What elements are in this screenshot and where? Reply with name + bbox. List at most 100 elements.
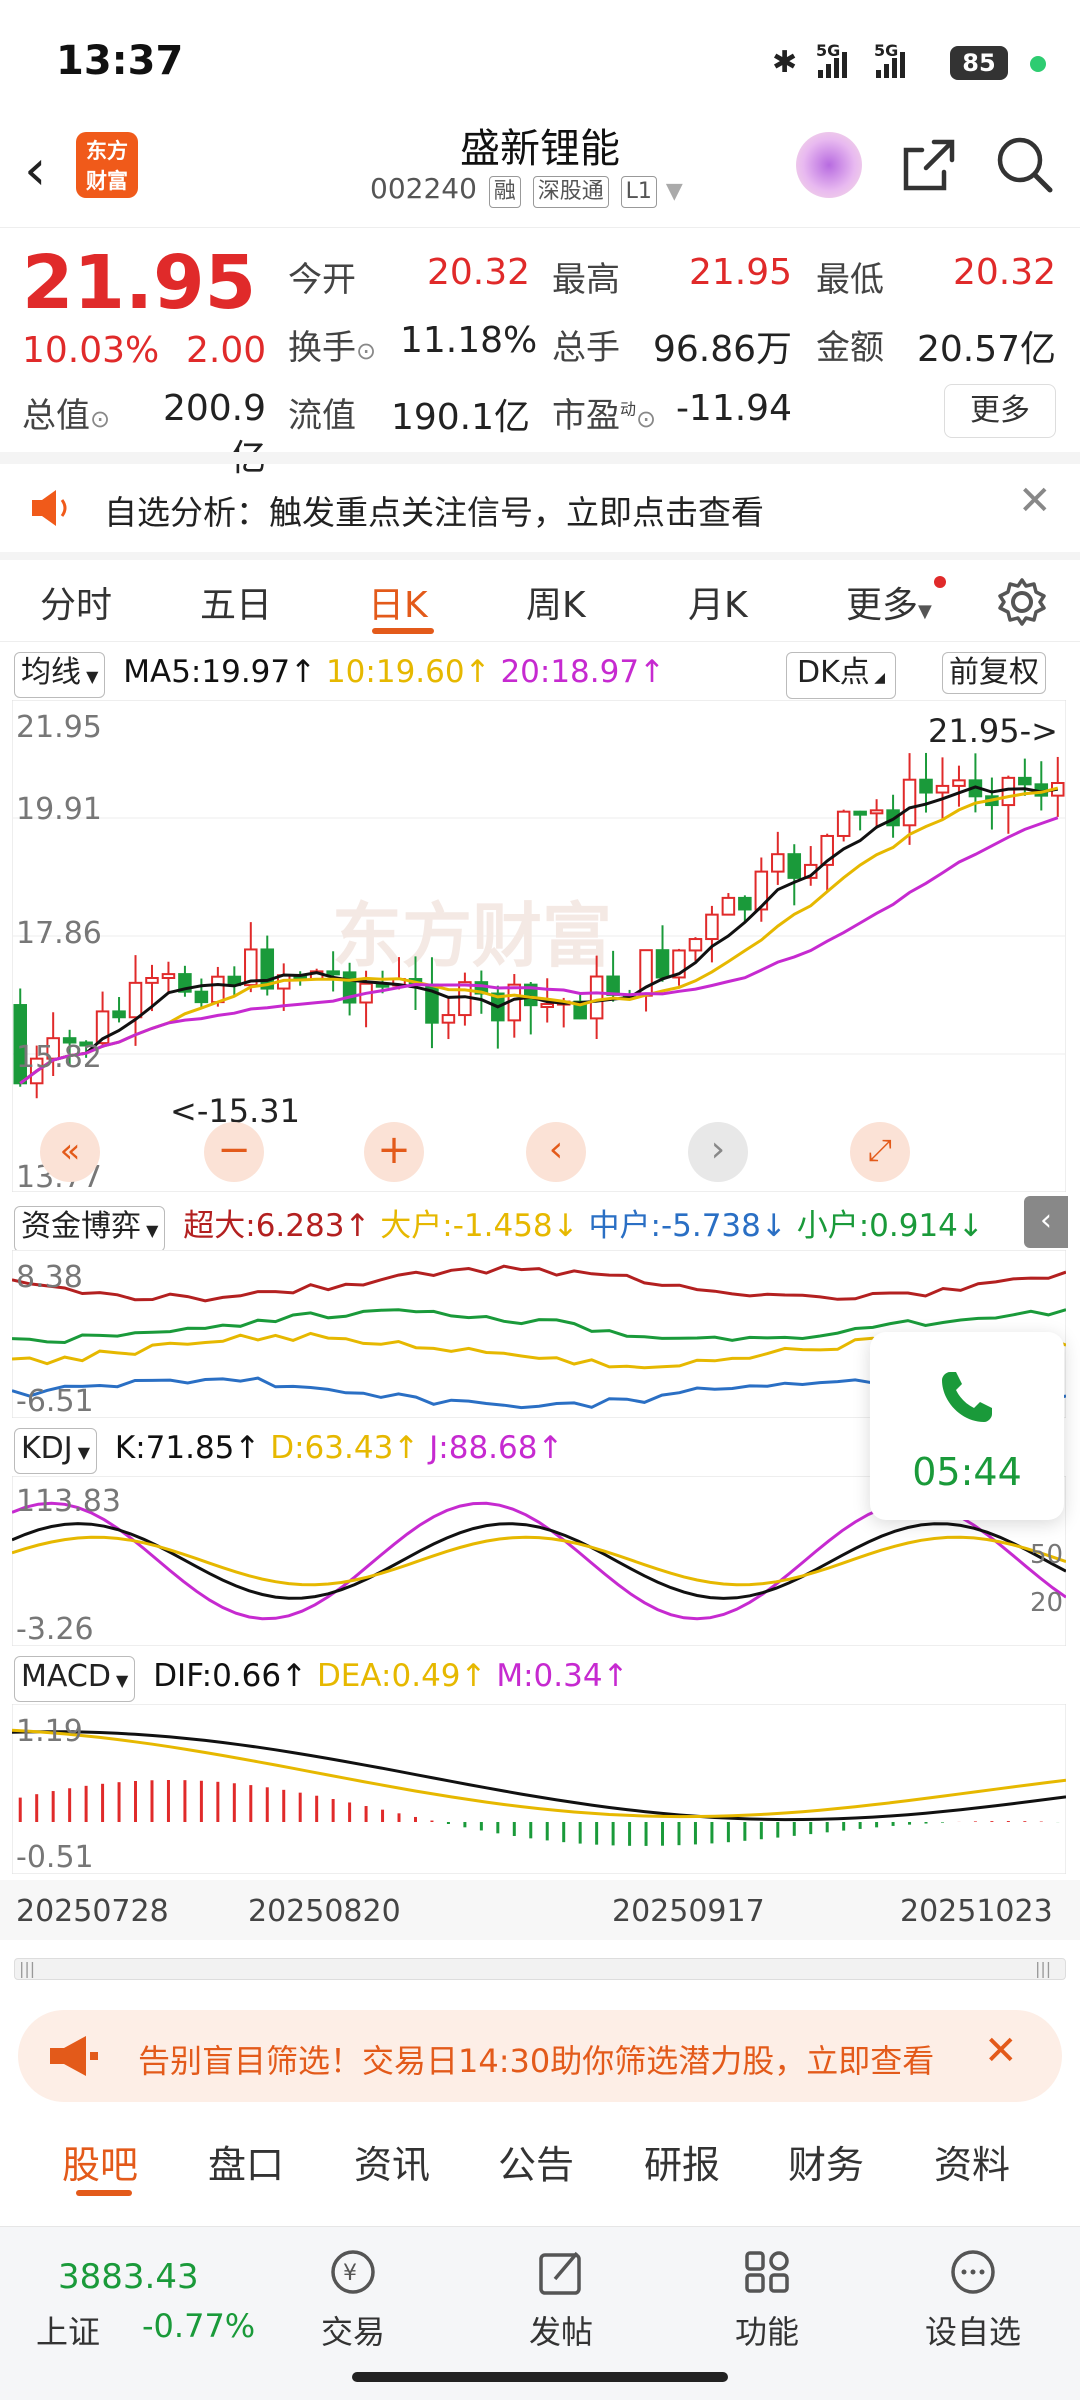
share-icon[interactable] <box>898 136 958 196</box>
tab-news[interactable]: 资讯 <box>354 2134 430 2189</box>
grid-icon <box>745 2251 789 2293</box>
range-handle-left[interactable]: ||| <box>19 1959 35 1978</box>
kdj-y-top: 113.83 <box>16 1484 121 1519</box>
candle-body <box>705 913 719 941</box>
range-scrollbar[interactable]: ||| ||| <box>14 1958 1066 1980</box>
index-value[interactable]: 3883.43 <box>58 2257 199 2297</box>
kdj-select[interactable]: KDJ ▼ <box>14 1428 98 1474</box>
ma5-value: MA5:19.97↑ <box>123 654 317 690</box>
candle-body <box>589 975 604 1020</box>
back-arrow-icon[interactable]: ‹ <box>24 138 46 203</box>
candle-body <box>853 810 867 816</box>
high-label: 最高 <box>552 260 620 300</box>
analysis-notice[interactable]: 自选分析：触发重点关注信号，立即点击查看 ✕ <box>0 458 1080 554</box>
notice-text: 自选分析：触发重点关注信号，立即点击查看 <box>104 493 764 532</box>
candle-body <box>721 896 736 916</box>
scroll-left-fast-icon[interactable]: « <box>40 1122 100 1182</box>
fund-legend-row: 资金博弈 ▼ 超大:6.283↑ 大户:-1.458↓ 中户:-5.738↓ 小… <box>14 1200 984 1252</box>
d-value: D:63.43↑ <box>270 1430 420 1466</box>
tag-margin: 融 <box>488 176 521 208</box>
ma-select[interactable]: 均线 ▼ <box>14 652 106 698</box>
kline-y-label-4: 15.82 <box>16 1040 102 1075</box>
active-section-indicator <box>76 2190 132 2196</box>
call-duration: 05:44 <box>912 1450 1022 1494</box>
macd-y-top: 1.19 <box>16 1714 83 1749</box>
candle-body <box>688 938 703 952</box>
call-widget[interactable]: 05:44 <box>870 1332 1064 1520</box>
fund-select[interactable]: 资金博弈 ▼ <box>14 1206 166 1252</box>
tab-daily-k[interactable]: 日K <box>368 576 428 628</box>
change-amount: 2.00 <box>186 330 267 371</box>
open-label: 今开 <box>288 260 356 300</box>
nav-add-watchlist[interactable]: 设自选 <box>908 2247 1038 2353</box>
amount-label: 金额 <box>816 328 884 368</box>
current-price: 21.95 <box>22 240 257 326</box>
promo-text: 告别盲目筛选！交易日14:30助你筛选潜力股，立即查看 <box>138 2042 935 2080</box>
kline-y-label-2: 19.91 <box>16 792 102 827</box>
megaphone-icon <box>50 2036 98 2076</box>
scroll-right-icon[interactable]: › <box>688 1122 748 1182</box>
candle-body <box>540 1003 554 1009</box>
nav-functions[interactable]: 功能 <box>702 2247 832 2353</box>
candle-body <box>836 810 851 837</box>
tab-finance[interactable]: 财务 <box>788 2134 864 2189</box>
stock-code-line[interactable]: 002240 融 深股通 L1 ▼ <box>370 172 683 208</box>
tab-intraday[interactable]: 分时 <box>40 576 112 628</box>
pe-value: -11.94 <box>675 388 792 429</box>
candle-body <box>128 981 143 1019</box>
info-icon: ⊙ <box>356 337 377 365</box>
kdj-y-20: 20 <box>1030 1588 1064 1618</box>
battery-indicator: 85 <box>950 46 1008 80</box>
zoom-in-icon[interactable]: + <box>364 1122 424 1182</box>
collapse-panel-icon[interactable]: ‹ <box>1024 1196 1068 1248</box>
tab-5day[interactable]: 五日 <box>200 576 272 628</box>
gear-icon[interactable] <box>996 576 1048 628</box>
zoom-out-icon[interactable]: − <box>204 1122 264 1182</box>
range-handle-right[interactable]: ||| <box>1035 1959 1051 1978</box>
status-dot <box>1030 56 1046 72</box>
mid-value: 中户:-5.738↓ <box>588 1208 787 1244</box>
tab-research[interactable]: 研报 <box>644 2134 720 2189</box>
stock-header: ‹ 东方 财富 盛新锂能 002240 融 深股通 L1 ▼ <box>0 110 1080 228</box>
fullscreen-icon[interactable]: ⤢ <box>850 1122 910 1182</box>
stock-name: 盛新锂能 <box>460 126 620 172</box>
turnover-label: 换手⊙ <box>288 328 377 368</box>
candle-body <box>771 853 785 873</box>
adjust-select[interactable]: 前复权 <box>942 652 1054 694</box>
m-value: M:0.34↑ <box>496 1658 629 1694</box>
kline-max-note: 21.95-> <box>928 712 1058 750</box>
tab-monthly-k[interactable]: 月K <box>688 576 748 628</box>
tab-profile[interactable]: 资料 <box>934 2134 1010 2189</box>
promo-banner[interactable]: 告别盲目筛选！交易日14:30助你筛选潜力股，立即查看 ✕ <box>18 2010 1062 2102</box>
change-percent: 10.03% <box>22 330 160 371</box>
candle-body <box>738 896 752 911</box>
scroll-left-icon[interactable]: ‹ <box>526 1122 586 1182</box>
small-value: 小户:0.914↓ <box>796 1208 984 1244</box>
tab-more[interactable]: 更多▼ <box>846 576 932 628</box>
nav-post[interactable]: 发帖 <box>496 2247 626 2353</box>
tab-announcements[interactable]: 公告 <box>498 2134 574 2189</box>
index-change: -0.77% <box>142 2307 256 2345</box>
close-icon[interactable]: ✕ <box>984 2028 1018 2074</box>
nav-trade[interactable]: ¥ 交易 <box>288 2247 418 2353</box>
assistant-avatar[interactable] <box>796 132 862 198</box>
more-dots-icon <box>951 2250 995 2294</box>
ma20-value: 20:18.97↑ <box>500 654 666 690</box>
tab-guba[interactable]: 股吧 <box>62 2134 138 2189</box>
macd-legend-row: MACD ▼ DIF:0.66↑ DEA:0.49↑ M:0.34↑ <box>14 1656 629 1702</box>
search-icon[interactable] <box>994 134 1056 196</box>
candle-body <box>145 977 159 984</box>
amount-value: 20.57亿 <box>916 329 1056 370</box>
speaker-icon <box>32 490 67 526</box>
tab-pankou[interactable]: 盘口 <box>208 2134 284 2189</box>
status-bar: 13:37 ✱ 5G 5G 85 <box>0 0 1080 120</box>
dk-point-select[interactable]: DK点 ◢ <box>786 652 904 699</box>
volume-value: 96.86万 <box>652 329 792 370</box>
tab-weekly-k[interactable]: 周K <box>526 576 586 628</box>
close-icon[interactable]: ✕ <box>1018 478 1052 524</box>
signal-icons: ✱ 5G 5G <box>772 41 905 80</box>
k-value: K:71.85↑ <box>114 1430 261 1466</box>
more-quote-button[interactable]: 更多 <box>944 384 1056 438</box>
period-tabs: 分时 五日 日K 周K 月K 更多▼ <box>0 560 1080 642</box>
macd-select[interactable]: MACD ▼ <box>14 1656 136 1702</box>
